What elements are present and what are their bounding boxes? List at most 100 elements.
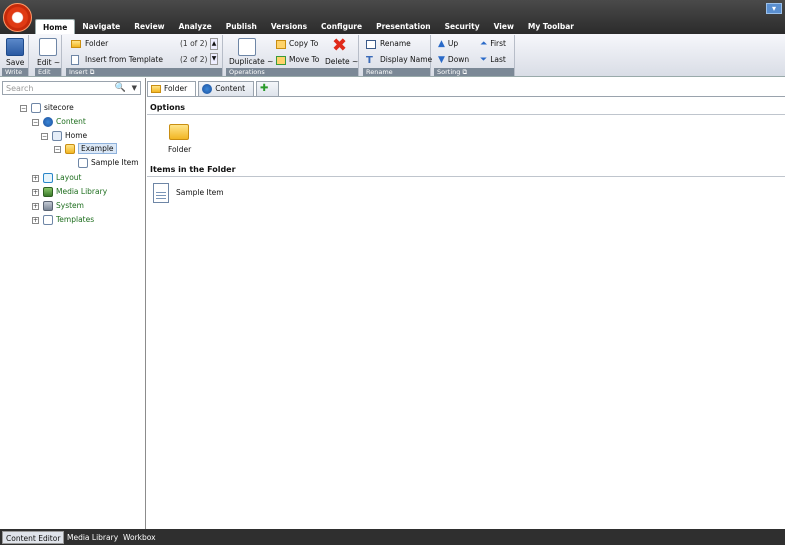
top-bar: ▾ Home Navigate Review Analyze Publish V…: [0, 0, 785, 34]
delete-button[interactable]: Delete ~: [325, 57, 358, 67]
sort-down-button[interactable]: ▼ Down: [438, 55, 469, 65]
group-label-operations: Operations: [226, 68, 358, 76]
option-folder-label[interactable]: Folder: [168, 145, 191, 154]
move-to-icon: [276, 55, 286, 65]
sitecore-content-editor: ▾ Home Navigate Review Analyze Publish V…: [0, 0, 785, 545]
tab-navigate[interactable]: Navigate: [75, 19, 127, 34]
delete-icon: ✖: [332, 35, 348, 56]
folder-icon: [65, 144, 75, 154]
expand-icon[interactable]: +: [32, 174, 39, 182]
tab-content-editor[interactable]: Content Editor: [2, 531, 65, 544]
tree-node-sitecore[interactable]: − sitecore: [20, 102, 74, 114]
display-name-button[interactable]: T Display Name: [366, 55, 432, 65]
media-library-icon: [43, 187, 53, 197]
duplicate-button[interactable]: Duplicate ~: [229, 57, 273, 67]
sort-first-button[interactable]: ⏶ First: [480, 39, 506, 49]
template-icon: [71, 55, 79, 65]
tree-node-layout[interactable]: + Layout: [32, 172, 82, 184]
sort-last-button[interactable]: ⏷ Last: [480, 55, 506, 65]
group-rename: Rename T Display Name Rename: [363, 35, 432, 76]
collapse-icon[interactable]: −: [54, 145, 61, 153]
add-tab-icon: ✚: [260, 83, 269, 94]
bottom-application-tabs: Content Editor Media Library Workbox: [0, 529, 785, 545]
tab-add-new[interactable]: ✚: [256, 81, 280, 96]
group-insert: Folder (1 of 2) Insert from Template (2 …: [66, 35, 223, 76]
tab-review[interactable]: Review: [127, 19, 171, 34]
folder-icon: [71, 40, 81, 48]
group-label-write: Write: [2, 68, 28, 76]
duplicate-icon: [238, 38, 256, 56]
display-name-icon: T: [366, 54, 373, 66]
tab-presentation[interactable]: Presentation: [369, 19, 437, 34]
sort-up-button[interactable]: ▲ Up: [438, 39, 458, 49]
tab-security[interactable]: Security: [438, 19, 487, 34]
content-tree-panel: Search 🔍 ▼ − sitecore − Content − Home − Exa…: [0, 78, 146, 529]
insert-from-template-label: Insert from Template: [85, 55, 163, 64]
tab-workbox[interactable]: Workbox: [120, 531, 159, 544]
move-to-button[interactable]: Move To: [276, 55, 319, 65]
group-edit: Edit ~ Edit: [35, 35, 62, 76]
up-arrow-icon: ▲: [438, 39, 445, 49]
tree-node-home[interactable]: − Home: [41, 130, 87, 142]
content-icon: [43, 117, 53, 127]
expand-icon[interactable]: +: [32, 188, 39, 196]
scroll-down-icon[interactable]: ▼: [210, 53, 218, 65]
tree-node-content[interactable]: − Content: [32, 116, 86, 128]
tab-my-toolbar[interactable]: My Toolbar: [521, 19, 581, 34]
rename-button[interactable]: Rename: [366, 39, 411, 49]
items-heading: Items in the Folder: [150, 165, 236, 174]
collapse-icon[interactable]: −: [32, 118, 39, 126]
expand-icon[interactable]: +: [32, 216, 39, 224]
tree-node-media-library[interactable]: + Media Library: [32, 186, 107, 198]
tab-content[interactable]: Content: [198, 81, 255, 96]
tab-configure[interactable]: Configure: [314, 19, 369, 34]
collapse-icon[interactable]: −: [20, 104, 27, 112]
insert-folder-label: Folder: [85, 39, 109, 48]
tree-node-templates[interactable]: + Templates: [32, 214, 94, 226]
tab-publish[interactable]: Publish: [219, 19, 264, 34]
sitecore-start-button[interactable]: [3, 3, 32, 32]
group-operations: Duplicate ~ Copy To Move To ✖ Delete ~ O…: [226, 35, 359, 76]
search-options-chevron-down-icon[interactable]: ▼: [132, 82, 137, 94]
copy-to-button[interactable]: Copy To: [276, 39, 318, 49]
tab-home[interactable]: Home: [35, 19, 76, 34]
items-divider: [147, 176, 785, 177]
group-write: Save Write: [2, 35, 29, 76]
group-label-rename: Rename: [363, 68, 430, 76]
options-divider: [147, 114, 785, 115]
insert-folder-button[interactable]: Folder: [71, 39, 108, 49]
expand-icon[interactable]: +: [32, 202, 39, 210]
insert-folder-count: (1 of 2): [180, 39, 208, 48]
scroll-up-icon[interactable]: ▲: [210, 38, 218, 50]
first-arrow-icon: ⏶: [480, 39, 488, 49]
edit-icon: [39, 38, 57, 56]
ribbon-tabs: Home Navigate Review Analyze Publish Ver…: [35, 19, 581, 34]
folder-icon: [151, 85, 161, 93]
tree-node-example[interactable]: − Example: [54, 143, 117, 155]
group-label-insert: Insert ⧉: [66, 68, 222, 76]
editor-tabs: Folder Content ✚: [147, 81, 280, 96]
tab-analyze[interactable]: Analyze: [172, 19, 219, 34]
save-button[interactable]: Save: [6, 58, 24, 68]
edit-button[interactable]: Edit ~: [37, 58, 60, 68]
tree-node-sample-item[interactable]: Sample Item: [78, 157, 139, 169]
search-box[interactable]: Search 🔍 ▼: [2, 81, 141, 95]
collapse-icon[interactable]: −: [41, 132, 48, 140]
tab-media-library[interactable]: Media Library: [64, 531, 121, 544]
document-icon[interactable]: [153, 183, 169, 203]
item-sample-item-label[interactable]: Sample Item: [176, 188, 224, 197]
search-input[interactable]: Search: [6, 83, 33, 94]
tree-node-system[interactable]: + System: [32, 200, 84, 212]
templates-icon: [43, 215, 53, 225]
search-icon[interactable]: 🔍: [115, 83, 126, 93]
insert-from-template-button[interactable]: Insert from Template: [71, 55, 163, 65]
document-icon: [31, 103, 41, 113]
document-icon: [78, 158, 88, 168]
folder-icon[interactable]: [169, 124, 189, 140]
collapse-ribbon-icon[interactable]: ▾: [766, 3, 782, 14]
tab-view[interactable]: View: [487, 19, 521, 34]
editor-tab-divider: [147, 96, 785, 97]
tab-versions[interactable]: Versions: [264, 19, 314, 34]
down-arrow-icon: ▼: [438, 55, 445, 65]
tab-folder[interactable]: Folder: [147, 81, 197, 96]
